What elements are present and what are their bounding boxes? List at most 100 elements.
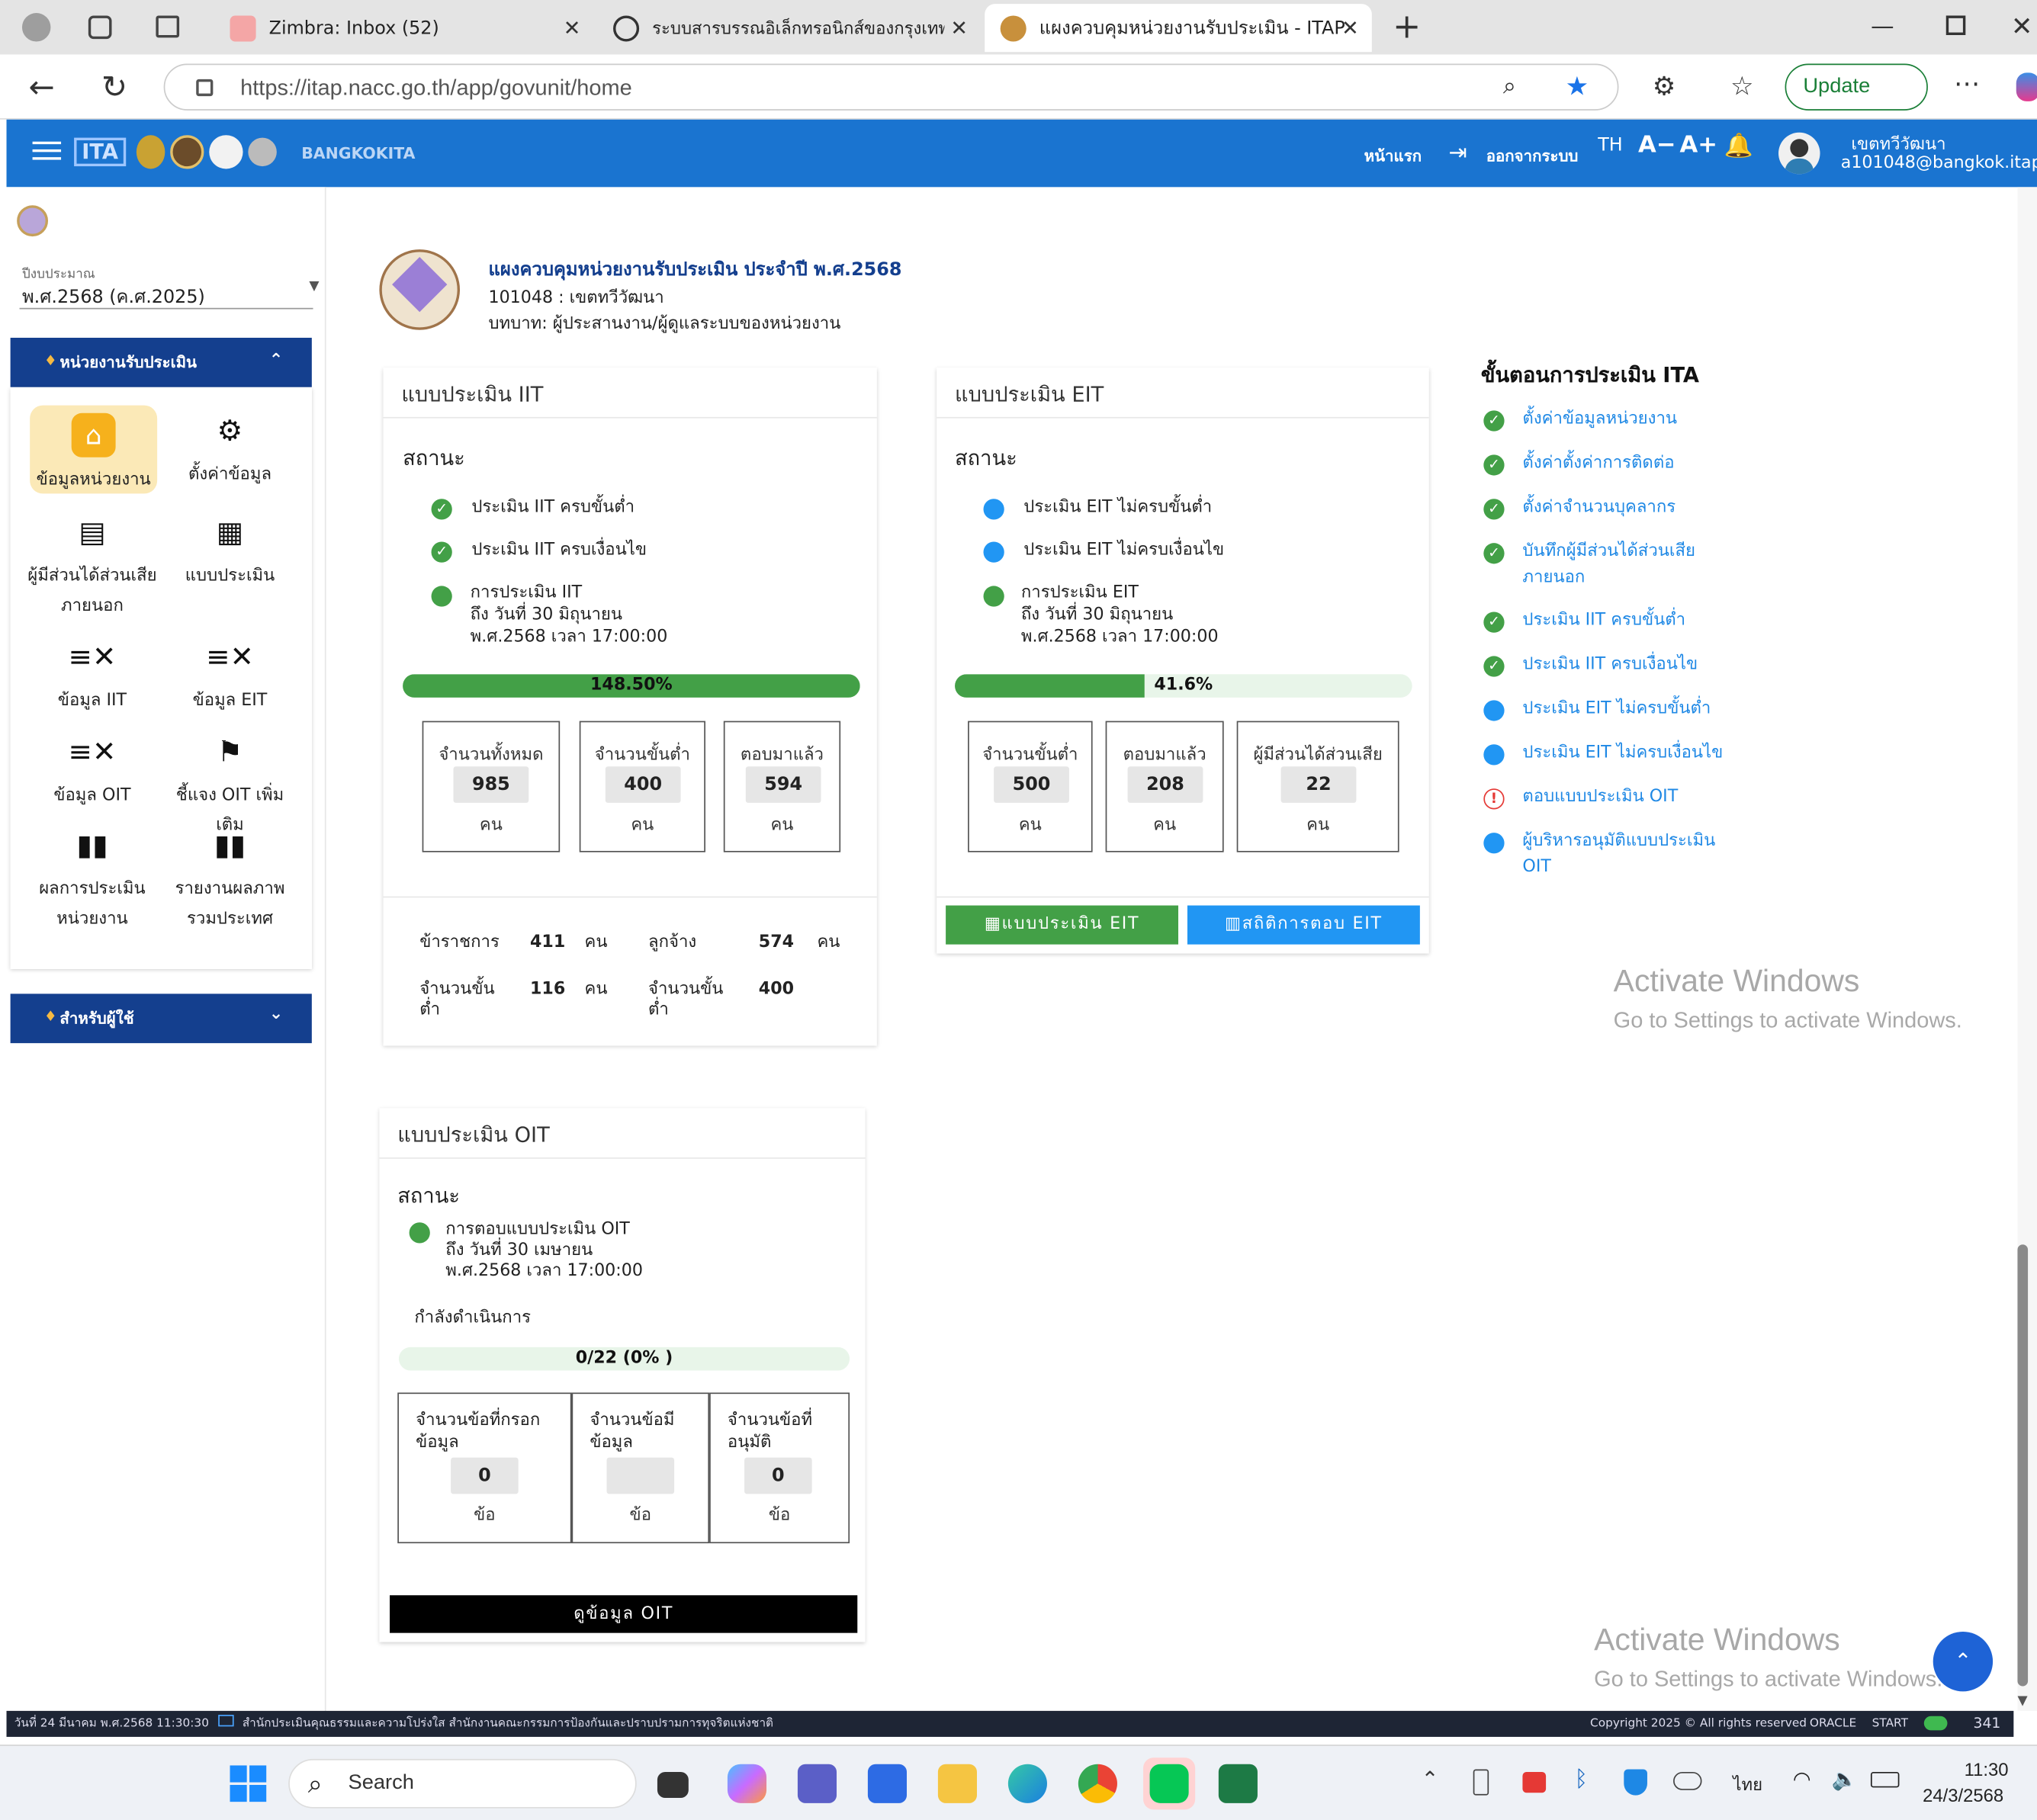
- chevron-up-icon[interactable]: ⌃: [269, 351, 284, 371]
- chrome-icon[interactable]: [1078, 1764, 1117, 1803]
- more-icon[interactable]: ⋯: [1954, 68, 1980, 99]
- oit-progress-bar: 0/22 (0% ): [398, 1347, 850, 1371]
- close-tab-icon[interactable]: ✕: [1341, 15, 1359, 40]
- defender-icon[interactable]: [1624, 1769, 1647, 1796]
- update-button[interactable]: Update: [1785, 63, 1928, 111]
- oit-view-button[interactable]: ดูข้อมูล OIT: [390, 1595, 858, 1633]
- step-item[interactable]: ประเมิน IIT ครบเงื่อนไข: [1522, 652, 1698, 678]
- menu-eit-data[interactable]: ≡✕ ข้อมูล EIT: [165, 642, 294, 716]
- step-item[interactable]: ผู้บริหารอนุมัติแบบประเมิน: [1522, 829, 1715, 855]
- menu-unit-results[interactable]: ▮▮ ผลการประเมิน หน่วยงาน: [27, 830, 157, 934]
- logout-link[interactable]: ออกจากระบบ: [1486, 144, 1579, 169]
- usb-icon[interactable]: [1473, 1769, 1489, 1796]
- eit-form-button[interactable]: ▦แบบประเมิน EIT: [946, 905, 1179, 945]
- tab-saraban[interactable]: ระบบสารบรรณอิเล็กทรอนิกส์ของกรุงเทพ ✕: [598, 4, 982, 52]
- url-field[interactable]: https://itap.nacc.go.th/app/govunit/home…: [163, 63, 1619, 111]
- chevron-down-icon[interactable]: ⌄: [269, 1004, 284, 1024]
- excel-icon[interactable]: [1218, 1764, 1258, 1803]
- home-link[interactable]: หน้าแรก: [1364, 144, 1422, 169]
- dropdown-icon[interactable]: ▼: [309, 279, 319, 294]
- favorites-icon[interactable]: ☆: [1730, 70, 1754, 101]
- copilot-icon[interactable]: [2016, 72, 2037, 101]
- status-datetime: วันที่ 24 มีนาคม พ.ศ.2568 11:30:30: [14, 1717, 209, 1731]
- scroll-down-icon[interactable]: ▼: [2017, 1694, 2027, 1709]
- avatar[interactable]: [1778, 132, 1820, 175]
- tab-actions-icon[interactable]: [156, 15, 180, 38]
- tray-chevron-icon[interactable]: ⌃: [1422, 1767, 1439, 1791]
- battery-icon[interactable]: [1870, 1771, 1900, 1788]
- anydesk-icon[interactable]: [1522, 1771, 1547, 1793]
- file-explorer-icon[interactable]: [937, 1764, 977, 1803]
- oit-stat-filled: จำนวนข้อที่กรอก ข้อมูล 0 ข้อ: [397, 1392, 572, 1544]
- onedrive-icon[interactable]: [1673, 1771, 1702, 1790]
- section-for-users[interactable]: ♦ สำหรับผู้ใช้ ⌄: [10, 993, 312, 1044]
- lang-toggle[interactable]: TH: [1598, 135, 1623, 156]
- back-icon[interactable]: ←: [28, 69, 54, 105]
- store-icon[interactable]: [867, 1764, 908, 1803]
- edge-icon[interactable]: [1007, 1764, 1047, 1803]
- menu-oit-data[interactable]: ≡✕ ข้อมูล OIT: [27, 737, 157, 810]
- step-item[interactable]: บันทึกผู้มีส่วนได้ส่วนเสีย: [1522, 539, 1695, 565]
- font-smaller-button[interactable]: A−: [1638, 131, 1676, 159]
- new-tab-icon[interactable]: +: [1393, 8, 1421, 47]
- menu-icon[interactable]: [32, 141, 62, 145]
- bluetooth-icon[interactable]: ᛒ: [1575, 1767, 1588, 1793]
- step-item[interactable]: ประเมิน EIT ไม่ครบขั้นต่ำ: [1522, 696, 1711, 722]
- step-item[interactable]: ประเมิน EIT ไม่ครบเงื่อนไข: [1522, 740, 1723, 766]
- zoom-icon[interactable]: ⌕: [1503, 72, 1516, 100]
- tab-itap[interactable]: แผงควบคุมหน่วยงานรับประเมิน - ITAP ✕: [985, 4, 1372, 53]
- scrollbar-thumb[interactable]: [2017, 1244, 2029, 1687]
- close-tab-icon[interactable]: ✕: [564, 15, 581, 40]
- wifi-icon[interactable]: ◠: [1793, 1767, 1811, 1791]
- step-item[interactable]: ตั้งค่าตั้งค่าการติดต่อ: [1522, 451, 1674, 477]
- stat-unit: ข้อ: [629, 1505, 652, 1526]
- input-language[interactable]: ไทย: [1733, 1770, 1762, 1798]
- reload-icon[interactable]: ↻: [101, 69, 127, 105]
- qr-icon: ▦: [216, 517, 244, 550]
- volume-icon[interactable]: 🔈: [1832, 1767, 1858, 1791]
- task-view-icon[interactable]: [657, 1771, 689, 1799]
- step-item[interactable]: ประเมิน IIT ครบขั้นต่ำ: [1522, 608, 1685, 634]
- clock-date[interactable]: 24/3/2568: [1923, 1785, 2003, 1806]
- section-assessed-unit[interactable]: ♦ หน่วยงานรับประเมิน ⌃: [10, 337, 312, 387]
- logo-strip: ITA: [74, 133, 282, 172]
- menu-stakeholders[interactable]: ▤ ผู้มีส่วนได้ส่วนเสีย ภายนอก: [27, 517, 157, 621]
- extensions-icon[interactable]: ⚙: [1653, 70, 1676, 101]
- step-item[interactable]: ตอบแบบประเมิน OIT: [1522, 785, 1678, 810]
- bell-icon[interactable]: 🔔: [1724, 133, 1753, 160]
- scroll-top-button[interactable]: ⌃: [1933, 1631, 1994, 1692]
- line-app-highlight[interactable]: [1143, 1757, 1196, 1810]
- font-larger-button[interactable]: A+: [1680, 131, 1717, 159]
- settings-icon: ⚙: [217, 416, 243, 448]
- teams-icon[interactable]: [797, 1764, 837, 1803]
- menu-national-report[interactable]: ▮▮ รายงานผลภาพ รวมประเทศ: [165, 830, 294, 934]
- logout-icon[interactable]: ⇥: [1448, 140, 1467, 166]
- menu-settings[interactable]: ⚙ ตั้งค่าข้อมูล: [165, 416, 294, 490]
- step-item[interactable]: ตั้งค่าจำนวนบุคลากร: [1522, 495, 1676, 521]
- close-tab-icon[interactable]: ✕: [950, 15, 968, 40]
- menu-iit-data[interactable]: ≡✕ ข้อมูล IIT: [27, 642, 157, 716]
- restore-icon[interactable]: [1945, 15, 1966, 36]
- lock-icon[interactable]: [196, 79, 214, 97]
- menu-assessment[interactable]: ▦ แบบประเมิน: [165, 517, 294, 591]
- menu-oit-explain[interactable]: ⚑ ชี้แจง OIT เพิ่มเติม: [165, 737, 294, 840]
- profile-icon[interactable]: [21, 13, 51, 42]
- windows-start-icon[interactable]: [230, 1765, 267, 1802]
- status-count: 341: [1973, 1714, 2001, 1732]
- clock-time[interactable]: 11:30: [1965, 1759, 2009, 1780]
- step-item[interactable]: ตั้งค่าข้อมูลหน่วยงาน: [1522, 406, 1677, 432]
- copilot-icon[interactable]: [727, 1764, 767, 1803]
- minimize-icon[interactable]: —: [1871, 13, 1894, 40]
- eit-stats-button[interactable]: ▥สถิติการตอบ EIT: [1187, 905, 1420, 945]
- collections-icon[interactable]: [88, 15, 112, 40]
- status-agency: สำนักประเมินคุณธรรมและความโปร่งใส สำนักง…: [242, 1717, 774, 1731]
- star-icon[interactable]: ★: [1566, 70, 1589, 101]
- step-item-cont[interactable]: OIT: [1522, 855, 1551, 881]
- scrollbar-track[interactable]: ▼: [2017, 187, 2037, 1711]
- tab-zimbra[interactable]: Zimbra: Inbox (52) ✕: [214, 4, 593, 52]
- taskbar-search[interactable]: ⌕ Search: [288, 1758, 637, 1809]
- url-text: https://itap.nacc.go.th/app/govunit/home: [240, 75, 632, 101]
- step-item-cont[interactable]: ภายนอก: [1522, 565, 1585, 591]
- close-window-icon[interactable]: ✕: [2011, 11, 2033, 42]
- menu-unit-info[interactable]: ⌂ ข้อมูลหน่วยงาน: [28, 412, 158, 495]
